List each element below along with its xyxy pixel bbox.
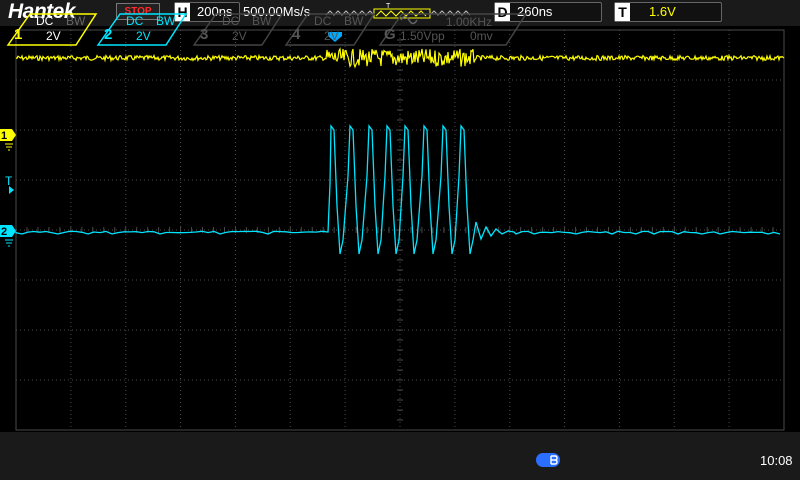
channel-1-trace: [15, 47, 785, 69]
channel-2-marker-label: 2: [1, 226, 7, 238]
trigger-strip-marker: T: [386, 3, 391, 10]
channel-2-scale: 2V: [136, 29, 151, 43]
channel-4-number: 4: [292, 26, 301, 43]
bottom-status-bar: [0, 432, 800, 480]
waveform-canvas: 1 T 2: [0, 29, 785, 431]
channel-4-bw-limit: BW: [344, 14, 364, 28]
generator-letter: G: [384, 26, 396, 43]
channel-4-settings[interactable]: 4 DC BW 2V: [284, 12, 376, 46]
usb-icon: [536, 453, 560, 467]
trigger-level-marker[interactable]: T: [5, 174, 14, 194]
channel-2-number: 2: [104, 26, 113, 43]
system-clock: 10:08: [760, 453, 793, 468]
channel-1-marker-label: 1: [1, 130, 7, 142]
channel-3-bw-limit: BW: [252, 14, 272, 28]
channel-3-coupling: DC: [222, 14, 240, 28]
channel-2-marker[interactable]: 2: [0, 225, 16, 247]
generator-amplitude: 1.50Vpp: [400, 29, 445, 43]
channel-1-coupling: DC: [36, 14, 54, 28]
trigger-level[interactable]: T 1.6V: [614, 2, 722, 22]
channel-4-coupling: DC: [314, 14, 332, 28]
waveform-display[interactable]: 1 T 2: [0, 26, 800, 432]
channel-3-number: 3: [200, 26, 209, 43]
generator-offset: 0mv: [470, 29, 493, 43]
channel-1-bw-limit: BW: [66, 14, 86, 28]
channel-2-bw-limit: BW: [156, 14, 176, 28]
generator-frequency: 1.00KHz: [446, 15, 493, 29]
channel-3-scale: 2V: [232, 29, 247, 43]
channel-1-marker[interactable]: 1: [0, 129, 16, 151]
channel-1-scale: 2V: [46, 29, 61, 43]
channel-3-settings[interactable]: 3 DC BW 2V: [192, 12, 284, 46]
channel-1-settings[interactable]: 1 DC BW 2V: [6, 12, 98, 46]
channel-1-number: 1: [14, 26, 23, 43]
channel-4-scale: 2V: [324, 29, 339, 43]
signal-generator-settings[interactable]: G 1.00KHz 1.50Vpp 0mv: [378, 12, 528, 46]
trigger-letter: T: [615, 3, 630, 21]
trigger-level-marker-label: T: [5, 174, 13, 188]
channel-2-coupling: DC: [126, 14, 144, 28]
sine-wave-icon: [400, 15, 418, 25]
channel-2-settings[interactable]: 2 DC BW 2V: [96, 12, 188, 46]
trigger-level-value: 1.6V: [649, 4, 676, 19]
